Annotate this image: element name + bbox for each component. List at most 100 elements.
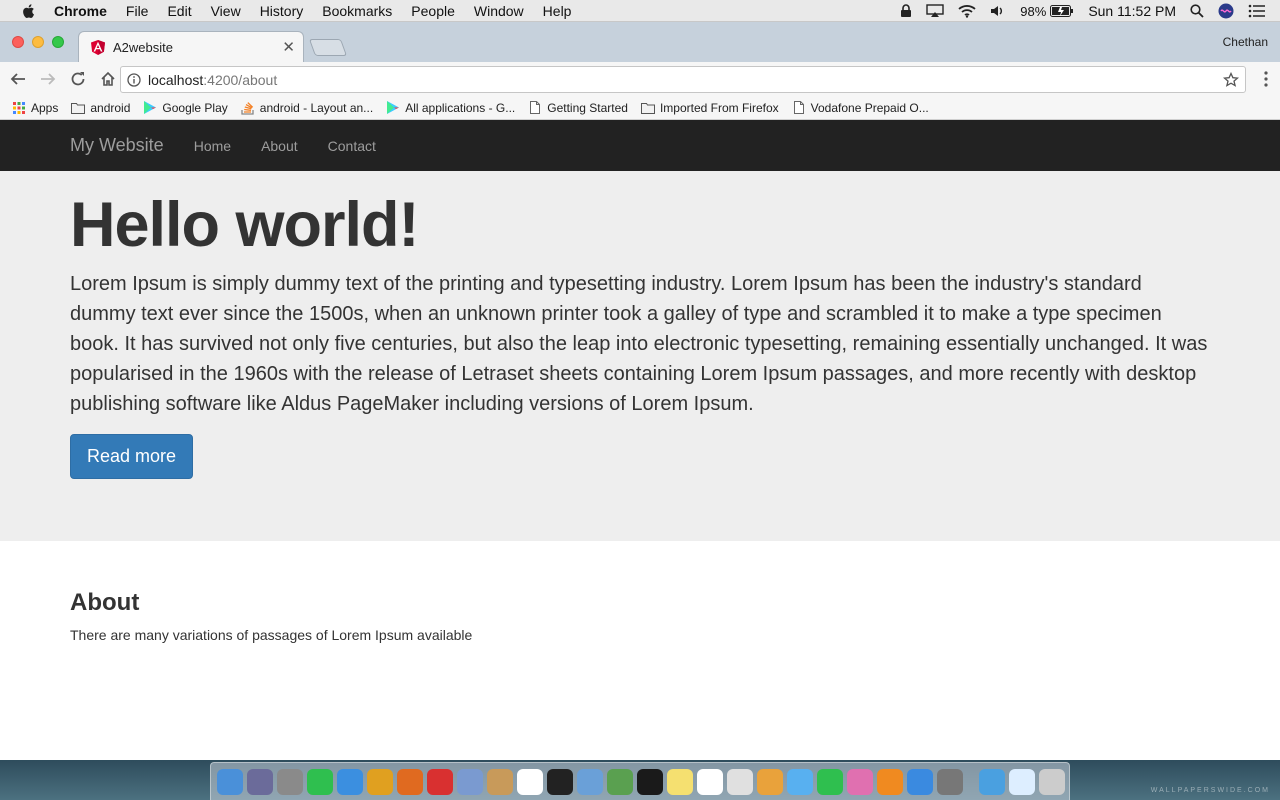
web-page: My Website Home About Contact Hello worl…: [0, 120, 1280, 760]
back-arrow-icon[interactable]: [10, 71, 26, 87]
dock-app-icon[interactable]: [367, 768, 393, 795]
bookmark-label: android - Layout an...: [259, 100, 374, 115]
menu-help[interactable]: Help: [543, 3, 572, 19]
menu-view[interactable]: View: [211, 3, 241, 19]
zoom-window-button[interactable]: [52, 36, 64, 48]
stack-icon: [241, 101, 255, 115]
window-controls: [12, 36, 72, 48]
home-icon[interactable]: [100, 71, 116, 87]
airplay-icon[interactable]: [926, 4, 944, 18]
dock-app-icon[interactable]: [307, 768, 333, 795]
url-host: localhost: [148, 71, 204, 88]
dock-app-icon[interactable]: [277, 768, 303, 795]
clock-text[interactable]: Sun 11:52 PM: [1088, 3, 1176, 19]
nav-link-contact[interactable]: Contact: [328, 138, 376, 154]
hero-text: Lorem Ipsum is simply dummy text of the …: [70, 273, 1208, 415]
tab-a2website[interactable]: A2website ✕: [78, 31, 304, 62]
bookmark-star-icon[interactable]: [1223, 72, 1239, 88]
menu-bookmarks[interactable]: Bookmarks: [322, 3, 392, 19]
dock-app-icon[interactable]: [787, 768, 813, 795]
dock-app-icon[interactable]: [607, 768, 633, 795]
menu-history[interactable]: History: [260, 3, 304, 19]
dock-app-icon[interactable]: [397, 768, 423, 795]
bookmark-imported-firefox[interactable]: Imported From Firefox: [640, 100, 779, 115]
profile-name[interactable]: Chethan: [1223, 35, 1268, 49]
bookmark-label: Imported From Firefox: [659, 100, 779, 115]
minimize-window-button[interactable]: [32, 36, 44, 48]
macos-dock: [210, 762, 1070, 800]
apple-icon[interactable]: [20, 2, 38, 20]
site-brand-link[interactable]: My Website: [70, 135, 164, 156]
url-path: :4200/about: [203, 71, 278, 88]
battery-percent: 98%: [1020, 3, 1047, 19]
dock-app-icon[interactable]: [517, 768, 543, 795]
bookmarks-bar: Apps android Google Play android - Layou…: [0, 96, 1280, 120]
new-tab-button[interactable]: [308, 39, 348, 56]
dock-app-icon[interactable]: [427, 768, 453, 795]
dock-app-icon[interactable]: [247, 768, 273, 795]
menu-app-name[interactable]: Chrome: [54, 3, 107, 19]
bookmark-android-folder[interactable]: android: [71, 101, 130, 115]
dock-app-icon[interactable]: [637, 768, 663, 795]
dock-app-icon[interactable]: [907, 768, 933, 795]
nav-link-about[interactable]: About: [261, 138, 298, 154]
notification-center-icon[interactable]: [1248, 4, 1266, 18]
dock-app-icon[interactable]: [457, 768, 483, 795]
nav-link-home[interactable]: Home: [194, 138, 231, 154]
browser-toolbar: localhost:4200/about: [0, 62, 1280, 96]
hero-jumbotron: Hello world! Lorem Ipsum is simply dummy…: [0, 171, 1280, 541]
tab-close-icon[interactable]: ✕: [282, 38, 295, 56]
dock-app-icon[interactable]: [217, 768, 243, 795]
close-window-button[interactable]: [12, 36, 24, 48]
siri-icon[interactable]: [1218, 3, 1234, 19]
bookmark-label: Getting Started: [547, 100, 628, 115]
dock-app-icon[interactable]: [757, 768, 783, 795]
read-more-button[interactable]: Read more: [70, 434, 194, 479]
volume-icon[interactable]: [990, 4, 1006, 18]
menu-file[interactable]: File: [126, 3, 149, 19]
dock-app-icon[interactable]: [727, 768, 753, 795]
dock-app-icon[interactable]: [937, 768, 963, 795]
address-bar[interactable]: localhost:4200/about: [120, 66, 1246, 93]
dock-app-icon[interactable]: [487, 768, 513, 795]
dock-app-icon[interactable]: [979, 768, 1005, 795]
about-text: There are many variations of passages of…: [70, 627, 473, 643]
bookmark-all-applications[interactable]: All applications - G...: [386, 101, 515, 115]
dock-app-icon[interactable]: [1039, 768, 1065, 795]
bookmark-google-play[interactable]: Google Play: [143, 100, 228, 115]
spotlight-search-icon[interactable]: [1190, 4, 1204, 18]
dock-app-icon[interactable]: [577, 768, 603, 795]
bookmark-vodafone[interactable]: Vodafone Prepaid O...: [792, 101, 929, 115]
bookmark-label: Google Play: [162, 100, 228, 115]
bookmark-android-layout[interactable]: android - Layout an...: [241, 101, 373, 115]
tab-title: A2website: [113, 39, 173, 55]
dock-app-icon[interactable]: [847, 768, 873, 795]
bookmark-label: Apps: [31, 100, 59, 115]
about-section: About There are many variations of passa…: [0, 541, 1280, 643]
dock-app-icon[interactable]: [667, 768, 693, 795]
bookmark-apps[interactable]: Apps: [12, 101, 58, 115]
angular-favicon-icon: [91, 39, 105, 55]
tab-strip: A2website ✕ Chethan: [0, 22, 1280, 62]
wifi-icon[interactable]: [958, 4, 976, 18]
hero-title: Hello world!: [70, 190, 420, 260]
dock-app-icon[interactable]: [697, 768, 723, 795]
reload-icon[interactable]: [70, 71, 86, 87]
page-icon: [792, 101, 806, 115]
dock-app-icon[interactable]: [337, 768, 363, 795]
menu-people[interactable]: People: [411, 3, 455, 19]
dock-app-icon[interactable]: [877, 768, 903, 795]
chrome-menu-icon[interactable]: [1264, 71, 1268, 92]
menu-window[interactable]: Window: [474, 3, 524, 19]
dock-app-icon[interactable]: [547, 768, 573, 795]
info-icon[interactable]: [127, 72, 141, 87]
dock-app-icon[interactable]: [817, 768, 843, 795]
bookmark-getting-started[interactable]: Getting Started: [528, 101, 628, 115]
dock-app-icon[interactable]: [1009, 768, 1035, 795]
lock-icon[interactable]: [900, 4, 912, 18]
battery-icon[interactable]: [1050, 5, 1074, 17]
folder-icon: [71, 101, 86, 115]
about-heading: About: [70, 589, 140, 616]
forward-arrow-icon[interactable]: [40, 71, 56, 87]
menu-edit[interactable]: Edit: [167, 3, 191, 19]
